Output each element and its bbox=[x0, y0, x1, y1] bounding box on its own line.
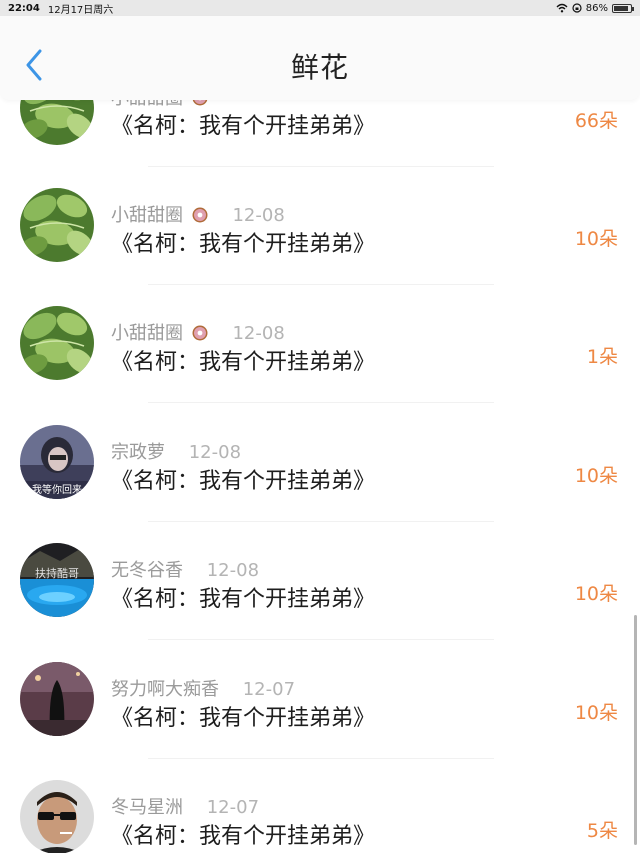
book-title[interactable]: 《名柯：我有个开挂弟弟》 bbox=[111, 463, 375, 495]
list-item[interactable]: 小甜甜圈 12-08 《名柯：我有个开挂弟弟》 10朵 bbox=[0, 180, 640, 298]
flower-count: 66朵 bbox=[574, 110, 618, 132]
book-title[interactable]: 《名柯：我有个开挂弟弟》 bbox=[111, 818, 375, 850]
date: 12-08 bbox=[188, 442, 242, 463]
book-title[interactable]: 《名柯：我有个开挂弟弟》 bbox=[111, 226, 375, 258]
flower-count: 10朵 bbox=[574, 583, 618, 605]
user-meta: 冬马星洲 12-07 bbox=[111, 793, 259, 819]
avatar[interactable] bbox=[20, 188, 94, 262]
avatar-caption: 扶持酷哥 bbox=[35, 567, 79, 580]
username: 努力啊大痴香 bbox=[111, 679, 219, 700]
user-meta: 努力啊大痴香 12-07 bbox=[111, 675, 295, 701]
page-title: 鲜花 bbox=[290, 51, 349, 84]
username: 小甜甜圈 bbox=[111, 323, 183, 344]
username: 小甜甜圈 bbox=[111, 205, 183, 226]
user-meta: 宗政萝 12-08 bbox=[111, 438, 241, 464]
list-item[interactable]: 冬马星洲 12-07 《名柯：我有个开挂弟弟》 5朵 bbox=[0, 772, 640, 853]
donut-icon bbox=[192, 207, 208, 223]
user-meta: 无冬谷香 12-08 bbox=[111, 556, 259, 582]
book-title[interactable]: 《名柯：我有个开挂弟弟》 bbox=[111, 108, 375, 140]
divider bbox=[148, 758, 494, 759]
avatar[interactable] bbox=[20, 780, 94, 853]
book-title[interactable]: 《名柯：我有个开挂弟弟》 bbox=[111, 700, 375, 732]
date: 12-07 bbox=[242, 679, 296, 700]
divider bbox=[148, 639, 494, 640]
divider bbox=[148, 166, 494, 167]
list-item[interactable]: 我等你回来 宗政萝 12-08 《名柯：我有个开挂弟弟》 10朵 bbox=[0, 417, 640, 535]
flower-count: 1朵 bbox=[586, 346, 618, 368]
date: 12-07 bbox=[206, 797, 260, 818]
user-meta: 小甜甜圈 12-08 bbox=[111, 319, 285, 345]
divider bbox=[148, 521, 494, 522]
page: 小甜甜圈 《名柯：我有个开挂弟弟》 66朵 小甜甜 bbox=[0, 0, 640, 853]
status-bar: 22:04 12月17日周六 86% bbox=[0, 0, 640, 16]
battery-icon bbox=[612, 3, 634, 13]
flower-count: 10朵 bbox=[574, 228, 618, 250]
rotation-lock-icon bbox=[572, 3, 582, 13]
avatar[interactable] bbox=[20, 662, 94, 736]
wifi-icon bbox=[556, 3, 568, 13]
book-title[interactable]: 《名柯：我有个开挂弟弟》 bbox=[111, 344, 375, 376]
date: 12-08 bbox=[232, 323, 285, 344]
avatar[interactable]: 扶持酷哥 bbox=[20, 543, 94, 617]
flower-count: 10朵 bbox=[574, 702, 618, 724]
user-meta: 小甜甜圈 12-08 bbox=[111, 201, 285, 227]
book-title[interactable]: 《名柯：我有个开挂弟弟》 bbox=[111, 581, 375, 613]
divider bbox=[148, 284, 494, 285]
username: 冬马星洲 bbox=[111, 797, 183, 818]
flower-count: 5朵 bbox=[586, 820, 618, 842]
scrollbar[interactable] bbox=[634, 615, 637, 845]
avatar[interactable]: 我等你回来 bbox=[20, 425, 94, 499]
battery-fill bbox=[614, 5, 628, 11]
donut-icon bbox=[192, 325, 208, 341]
username: 宗政萝 bbox=[111, 442, 165, 463]
date: 12-08 bbox=[206, 560, 260, 581]
avatar-caption: 我等你回来 bbox=[32, 485, 82, 496]
avatar[interactable] bbox=[20, 306, 94, 380]
date: 12-08 bbox=[232, 205, 285, 226]
divider bbox=[148, 402, 494, 403]
nav-header: 鲜花 bbox=[0, 16, 640, 100]
battery-percent: 86% bbox=[585, 2, 608, 14]
flower-count: 10朵 bbox=[574, 465, 618, 487]
flower-list: 小甜甜圈 《名柯：我有个开挂弟弟》 66朵 小甜甜 bbox=[0, 0, 640, 853]
status-time: 22:04 bbox=[8, 2, 40, 14]
username: 无冬谷香 bbox=[111, 560, 183, 581]
list-item[interactable]: 小甜甜圈 12-08 《名柯：我有个开挂弟弟》 1朵 bbox=[0, 298, 640, 416]
list-item[interactable]: 努力啊大痴香 12-07 《名柯：我有个开挂弟弟》 10朵 bbox=[0, 654, 640, 772]
list-item[interactable]: 扶持酷哥 无冬谷香 12-08 《名柯：我有个开挂弟弟》 10朵 bbox=[0, 535, 640, 653]
status-date: 12月17日周六 bbox=[47, 4, 114, 16]
